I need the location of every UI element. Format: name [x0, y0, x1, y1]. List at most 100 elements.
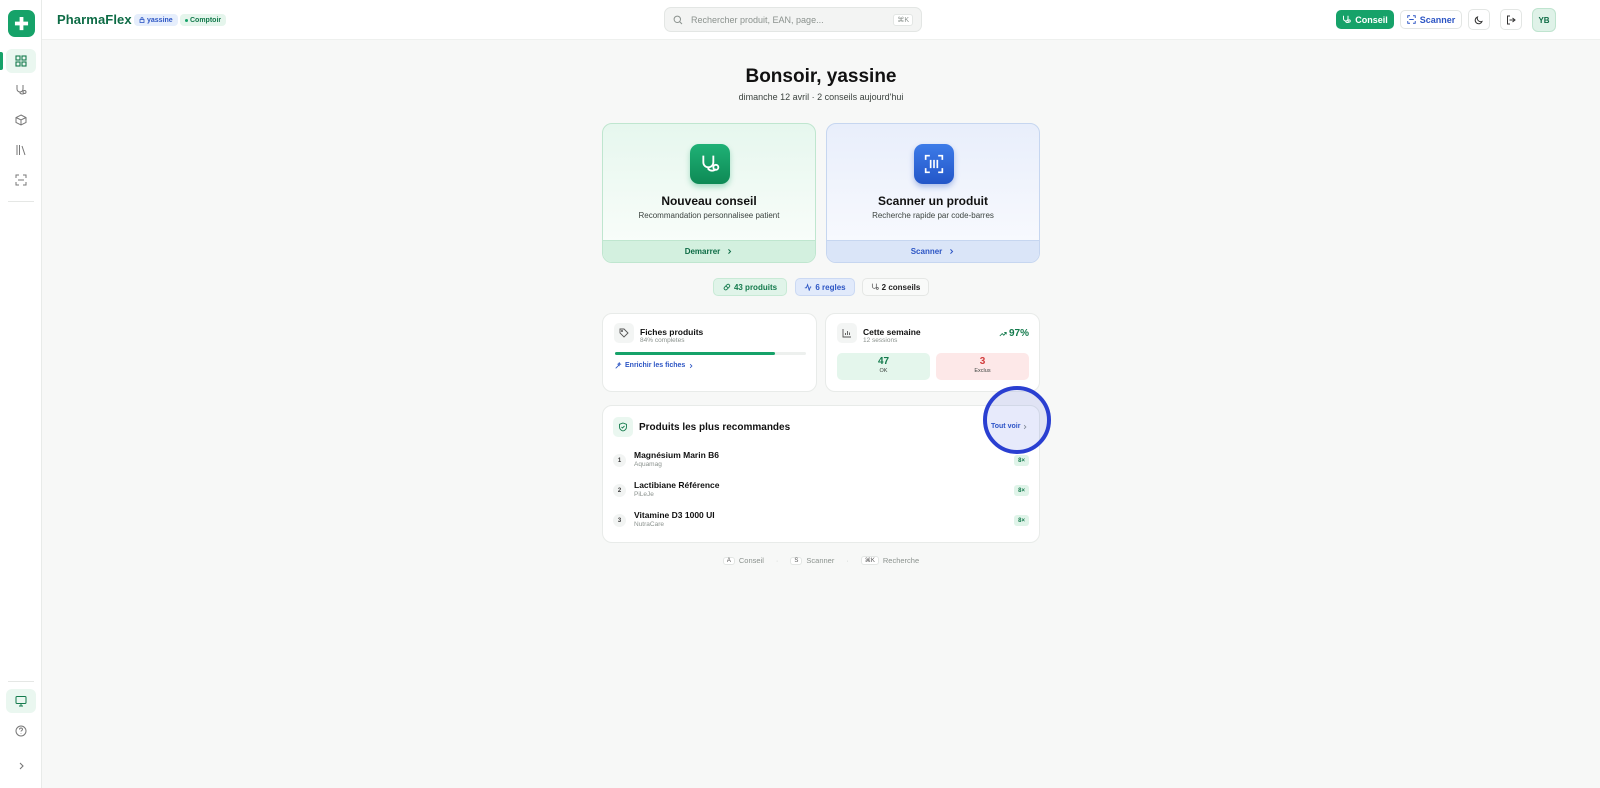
product-brand: PiLeJe — [634, 491, 654, 498]
trend-label: 97% — [1008, 328, 1029, 339]
page-title: Bonsoir, yassine — [745, 66, 897, 87]
fiches-progress-fill — [615, 352, 776, 355]
product-brand: NutraCare — [634, 521, 664, 528]
list-item[interactable]: 2 Lactibiane Référence PiLeJe 8× — [613, 478, 1029, 502]
pill-icon — [723, 283, 731, 291]
demarrer-button[interactable]: Demarrer — [603, 240, 815, 262]
produits-pill-label: 43 produits — [733, 282, 778, 292]
scanner-card-label: Scanner — [910, 247, 943, 256]
shortcut-conseil: A Conseil — [722, 556, 764, 565]
count-badge: 8× — [1014, 515, 1029, 526]
monitor-icon[interactable] — [6, 689, 36, 713]
moon-icon — [1474, 15, 1483, 24]
card-title: Scanner un produit — [877, 194, 988, 208]
scanner-produit-card[interactable]: Scanner un produit Recherche rapide par … — [826, 123, 1040, 263]
conseils-pill[interactable]: 2 conseils — [862, 278, 929, 296]
topbar: PharmaFlex yassine Comptoir Rechercher p… — [42, 0, 1600, 40]
shortcut-label: Scanner — [806, 556, 835, 565]
ok-label: OK — [879, 368, 888, 374]
scanner-button-label: Scanner — [1419, 14, 1456, 25]
semaine-title: Cette semaine — [863, 327, 921, 337]
theme-toggle-button[interactable] — [1468, 9, 1490, 30]
package-icon[interactable] — [6, 108, 36, 132]
lock-icon — [139, 17, 145, 23]
semaine-subtitle: 12 sessions — [863, 337, 898, 344]
shield-check-icon — [613, 417, 633, 437]
rank-badge: 3 — [613, 514, 626, 527]
list-item[interactable]: 3 Vitamine D3 1000 UI NutraCare 8× — [613, 508, 1029, 532]
user-badge: yassine — [134, 14, 178, 26]
stethoscope-icon — [690, 144, 730, 184]
shortcut-key: A — [722, 556, 735, 565]
logout-icon — [1507, 15, 1516, 24]
fiches-produits-panel: Fiches produits 84% completes Enrichir l… — [602, 313, 817, 392]
active-indicator — [0, 52, 3, 70]
logo-icon[interactable] — [8, 10, 35, 37]
mode-badge: Comptoir — [180, 14, 227, 26]
keyboard-shortcuts: A Conseil · S Scanner · ⌘K Recherche — [42, 556, 1600, 565]
page-subtitle: dimanche 12 avril · 2 conseils aujourd'h… — [738, 92, 904, 102]
scan-icon[interactable] — [6, 168, 36, 192]
avatar[interactable]: YB — [1532, 8, 1556, 32]
stethoscope-icon — [871, 283, 879, 290]
product-name: Lactibiane Référence — [634, 480, 720, 490]
card-subtitle: Recherche rapide par code-barres — [872, 211, 994, 220]
search-placeholder: Rechercher produit, EAN, page... — [691, 14, 824, 25]
help-icon[interactable] — [6, 719, 36, 743]
scan-icon — [1407, 15, 1416, 24]
shortcut-key: ⌘K — [860, 556, 879, 565]
conseil-button-label: Conseil — [1355, 14, 1388, 25]
separator: · — [775, 556, 779, 565]
card-subtitle: Recommandation personnalisee patient — [638, 211, 780, 220]
product-brand: Aquamag — [634, 461, 662, 468]
stat-ok: 47 OK — [837, 353, 930, 380]
conseil-button[interactable]: Conseil — [1336, 10, 1394, 29]
chevron-right-icon[interactable] — [6, 754, 36, 778]
chevron-right-icon — [690, 363, 693, 368]
count-badge: 8× — [1014, 455, 1029, 466]
exclus-value: 3 — [979, 356, 986, 367]
product-name: Vitamine D3 1000 UI — [634, 510, 715, 520]
list-item[interactable]: 1 Magnésium Marin B6 Aquamag 8× — [613, 448, 1029, 472]
produits-recommandes-panel: Produits les plus recommandes Tout voir … — [602, 405, 1040, 543]
shortcut-label: Conseil — [738, 556, 764, 565]
brand-name[interactable]: PharmaFlex — [57, 12, 132, 27]
fiches-progress-bar — [615, 352, 806, 355]
search-shortcut: ⌘K — [893, 13, 913, 26]
rank-badge: 1 — [613, 454, 626, 467]
rank-badge: 2 — [613, 484, 626, 497]
shortcut-recherche: ⌘K Recherche — [860, 556, 919, 565]
produits-pill[interactable]: 43 produits — [713, 278, 787, 296]
scanner-card-button[interactable]: Scanner — [827, 240, 1039, 262]
regles-pill[interactable]: 6 regles — [795, 278, 855, 296]
scanner-button[interactable]: Scanner — [1400, 10, 1462, 29]
chevron-right-icon — [950, 249, 954, 254]
conseils-pill-label: 2 conseils — [881, 282, 921, 292]
enrichir-fiches-link[interactable]: Enrichir les fiches — [615, 362, 694, 369]
shortcut-key: S — [790, 556, 803, 565]
sidebar-divider — [8, 681, 34, 682]
user-badge-label: yassine — [147, 16, 173, 24]
sidebar-divider — [8, 201, 34, 202]
focus-highlight-ring — [983, 386, 1051, 454]
dashboard-icon[interactable] — [6, 49, 36, 73]
logout-button[interactable] — [1500, 9, 1522, 30]
nouveau-conseil-card[interactable]: Nouveau conseil Recommandation personnal… — [602, 123, 816, 263]
fiches-subtitle: 84% completes — [640, 337, 685, 344]
search-input[interactable]: Rechercher produit, EAN, page... ⌘K — [664, 7, 922, 32]
cette-semaine-panel: Cette semaine 12 sessions 97% 47 OK 3 Ex… — [825, 313, 1040, 392]
chevron-right-icon — [728, 249, 732, 254]
card-title: Nouveau conseil — [661, 194, 757, 208]
activity-icon — [805, 283, 812, 291]
enrichir-label: Enrichir les fiches — [625, 362, 686, 369]
library-icon[interactable] — [6, 138, 36, 162]
count-badge: 8× — [1014, 485, 1029, 496]
status-dot-icon — [185, 18, 188, 22]
trending-up-icon — [999, 331, 1007, 336]
stat-exclus: 3 Exclus — [936, 353, 1029, 380]
search-icon — [673, 15, 683, 24]
tag-icon — [614, 323, 634, 343]
sparkle-icon — [615, 362, 622, 369]
stethoscope-icon[interactable] — [6, 78, 36, 102]
stethoscope-icon — [1343, 15, 1351, 23]
